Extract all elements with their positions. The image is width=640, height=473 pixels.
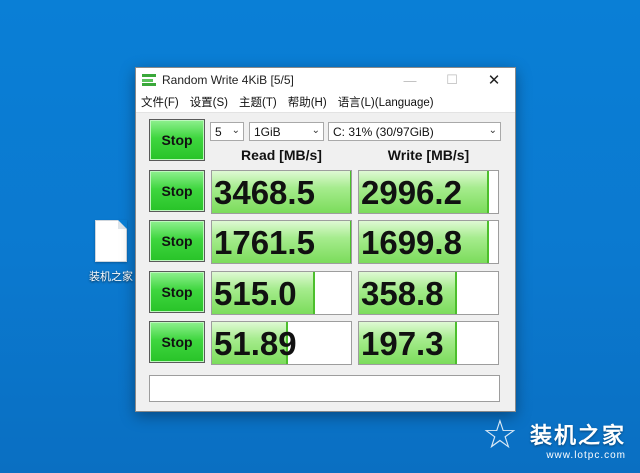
write-value-row4: 197.3 bbox=[361, 325, 444, 362]
menu-help[interactable]: 帮助(H) bbox=[287, 94, 328, 110]
watermark-url: www.lotpc.com bbox=[546, 450, 626, 461]
write-header: Write [MB/s] bbox=[387, 147, 470, 163]
write-result-row3: 358.8 bbox=[358, 271, 499, 315]
app-icon bbox=[142, 74, 156, 86]
write-result-row2: 1699.8 bbox=[358, 220, 499, 264]
file-icon bbox=[95, 220, 127, 262]
read-value-row1: 3468.5 bbox=[214, 174, 315, 211]
watermark: ☆ 装机之家 www.lotpc.com bbox=[482, 413, 626, 461]
read-header: Read [MB/s] bbox=[241, 147, 322, 163]
read-value-row4: 51.89 bbox=[214, 325, 297, 362]
count-select[interactable]: 5 ⌄ bbox=[210, 122, 244, 141]
read-result-row1: 3468.5 bbox=[211, 170, 352, 214]
minimize-button[interactable]: — bbox=[389, 68, 431, 92]
drive-select[interactable]: C: 31% (30/97GiB) ⌄ bbox=[328, 122, 501, 141]
close-button[interactable]: ✕ bbox=[473, 68, 515, 92]
write-result-row1: 2996.2 bbox=[358, 170, 499, 214]
write-result-row4: 197.3 bbox=[358, 321, 499, 365]
stop-all-button[interactable]: Stop bbox=[149, 119, 205, 161]
menu-language[interactable]: 语言(L)(Language) bbox=[337, 94, 435, 110]
watermark-name: 装机之家 bbox=[529, 423, 626, 448]
size-select[interactable]: 1GiB ⌄ bbox=[249, 122, 324, 141]
read-result-row2: 1761.5 bbox=[211, 220, 352, 264]
menu-file[interactable]: 文件(F) bbox=[140, 94, 180, 110]
stop-button-row1[interactable]: Stop bbox=[149, 170, 205, 212]
size-value: 1GiB bbox=[254, 124, 281, 139]
star-icon: ☆ bbox=[481, 413, 518, 457]
menu-bar: 文件(F) 设置(S) 主题(T) 帮助(H) 语言(L)(Language) bbox=[136, 92, 515, 113]
write-value-row3: 358.8 bbox=[361, 275, 444, 312]
drive-value: C: 31% (30/97GiB) bbox=[333, 124, 434, 139]
stop-button-row4[interactable]: Stop bbox=[149, 321, 205, 363]
chevron-down-icon: ⌄ bbox=[311, 125, 320, 136]
maximize-button[interactable]: ☐ bbox=[431, 68, 473, 92]
menu-settings[interactable]: 设置(S) bbox=[189, 94, 229, 110]
write-value-row2: 1699.8 bbox=[361, 224, 462, 261]
desktop-file-icon[interactable]: 装机之家 bbox=[84, 220, 138, 284]
stop-button-row2[interactable]: Stop bbox=[149, 220, 205, 262]
window-title: Random Write 4KiB [5/5] bbox=[162, 73, 294, 87]
count-value: 5 bbox=[215, 124, 222, 139]
chevron-down-icon: ⌄ bbox=[488, 125, 497, 136]
stop-button-row3[interactable]: Stop bbox=[149, 271, 205, 313]
read-result-row3: 515.0 bbox=[211, 271, 352, 315]
desktop-icon-label: 装机之家 bbox=[89, 271, 133, 283]
read-value-row3: 515.0 bbox=[214, 275, 297, 312]
write-value-row1: 2996.2 bbox=[361, 174, 462, 211]
read-value-row2: 1761.5 bbox=[214, 224, 315, 261]
menu-theme[interactable]: 主题(T) bbox=[238, 94, 278, 110]
crystaldiskmark-window: Random Write 4KiB [5/5] — ☐ ✕ 文件(F) 设置(S… bbox=[135, 67, 516, 412]
chevron-down-icon: ⌄ bbox=[231, 125, 240, 136]
comment-field[interactable] bbox=[149, 375, 500, 402]
read-result-row4: 51.89 bbox=[211, 321, 352, 365]
title-bar[interactable]: Random Write 4KiB [5/5] — ☐ ✕ bbox=[136, 68, 515, 92]
